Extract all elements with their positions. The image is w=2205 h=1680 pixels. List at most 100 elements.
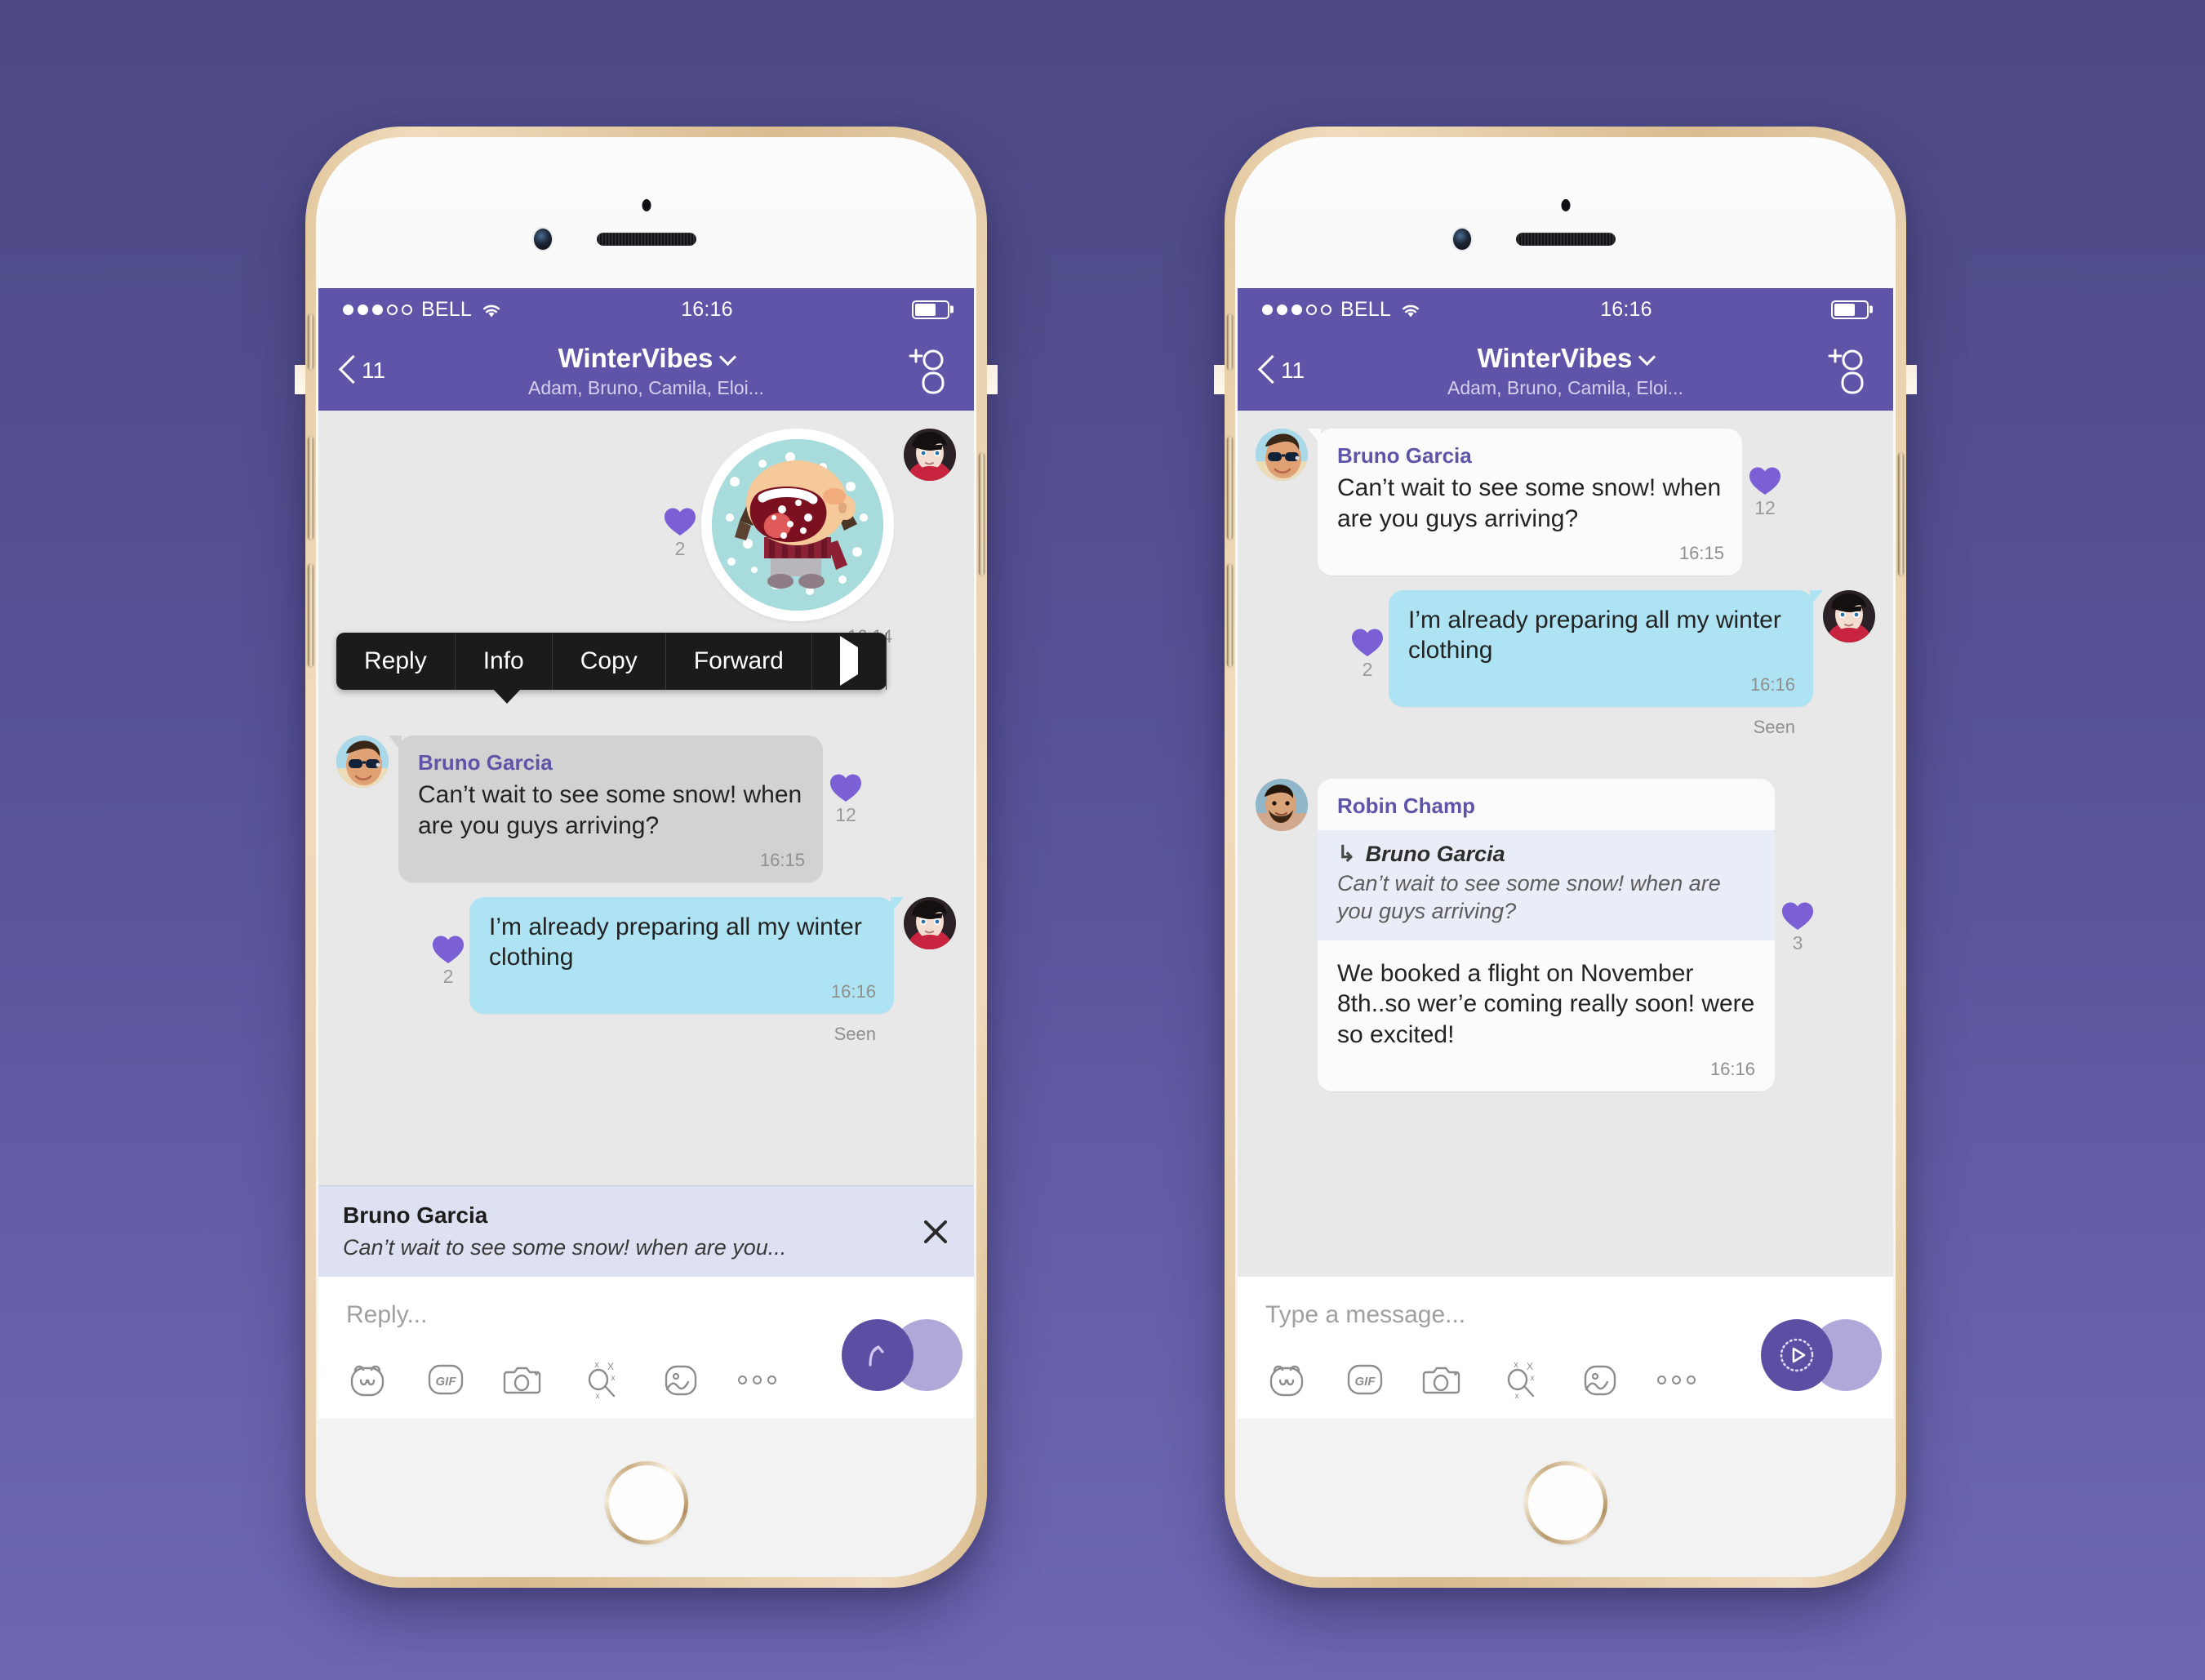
search-button[interactable] [1500, 1358, 1543, 1401]
nav-main: 11 WinterVibes Adam, Bruno, Camila, Eloi… [1238, 331, 1893, 411]
status-bar-clock: 16:16 [681, 297, 733, 321]
message-outgoing[interactable]: 2 I’m already preparing all my winter cl… [318, 896, 974, 1015]
context-menu[interactable]: Reply Info Copy Forward [336, 633, 887, 704]
search-button[interactable] [581, 1358, 624, 1401]
conversation-title[interactable]: WinterVibes [558, 343, 735, 374]
battery-icon [1831, 300, 1869, 319]
doodle-button[interactable] [660, 1358, 702, 1401]
volume-down-button[interactable] [1227, 564, 1233, 667]
message-sticker[interactable]: 2 [318, 429, 974, 621]
sticker-button[interactable] [346, 1358, 389, 1401]
message-sender: Bruno Garcia [1337, 443, 1472, 468]
message-text: Can’t wait to see some snow! when are yo… [1337, 474, 1722, 532]
more-button[interactable] [1657, 1358, 1696, 1401]
message-bubble[interactable]: Bruno Garcia Can’t wait to see some snow… [389, 736, 823, 882]
context-menu-reply[interactable]: Reply [336, 633, 456, 690]
mute-switch[interactable] [308, 314, 313, 370]
doodle-icon [660, 1358, 702, 1401]
reaction-count: 12 [835, 804, 856, 825]
front-camera-icon [533, 229, 552, 250]
add-person-icon [1825, 346, 1872, 395]
avatar[interactable] [904, 429, 956, 481]
message-outgoing[interactable]: 2 I’m already preparing all my winter cl… [1238, 589, 1893, 708]
nav-bar: BELL 16:16 11 WinterVibes Adam, Bruno, C… [1238, 288, 1893, 411]
heart-icon [1749, 466, 1781, 496]
reaction-count: 2 [674, 538, 686, 559]
camera-button[interactable] [503, 1358, 545, 1401]
gif-icon [425, 1358, 467, 1401]
reaction[interactable]: 3 [1781, 779, 1814, 954]
heart-icon [1351, 628, 1384, 657]
message-bubble[interactable]: I’m already preparing all my winter clot… [469, 896, 904, 1015]
reply-preview-bar[interactable]: Bruno Garcia Can’t wait to see some snow… [318, 1185, 974, 1277]
reaction[interactable]: 2 [1351, 590, 1384, 681]
home-button[interactable] [605, 1461, 688, 1544]
message-timestamp: 16:16 [1709, 1059, 1755, 1080]
context-menu-copy[interactable]: Copy [553, 633, 666, 690]
power-button[interactable] [1898, 453, 1904, 576]
reply-preview-text: Can’t wait to see some snow! when are yo… [343, 1235, 787, 1260]
avatar[interactable] [1256, 429, 1308, 481]
chat-area-right[interactable]: Bruno Garcia Can’t wait to see some snow… [1238, 411, 1893, 1276]
message-incoming-quoted[interactable]: Robin Champ ↳ Bruno Garcia Can’t wait to… [1238, 779, 1893, 1092]
add-person-button[interactable] [905, 346, 953, 395]
gif-icon [1344, 1358, 1386, 1401]
volume-up-button[interactable] [308, 437, 313, 540]
send-reply-button[interactable] [842, 1319, 914, 1391]
add-person-icon [905, 346, 953, 395]
message-bubble[interactable]: Bruno Garcia Can’t wait to see some snow… [1308, 429, 1742, 576]
power-button[interactable] [979, 453, 985, 576]
mute-switch[interactable] [1227, 314, 1233, 370]
add-person-button[interactable] [1825, 346, 1872, 395]
snow-globe-sticker[interactable] [701, 429, 894, 621]
camera-button[interactable] [1422, 1358, 1465, 1401]
camera-icon [503, 1358, 545, 1401]
conversation-participants: Adam, Bruno, Camila, Eloi... [1447, 376, 1683, 398]
heart-icon [829, 773, 862, 802]
reaction[interactable]: 2 [432, 897, 465, 988]
avatar[interactable] [904, 896, 956, 949]
message-incoming[interactable]: Bruno Garcia Can’t wait to see some snow… [1238, 429, 1893, 576]
status-bar: BELL 16:16 [318, 288, 974, 331]
back-button[interactable]: 11 [1259, 356, 1305, 385]
phone-left: BELL 16:16 11 WinterVibes Adam, Bruno, C… [295, 127, 998, 1588]
sensor-dot-icon [1561, 199, 1570, 211]
reaction[interactable]: 12 [1749, 429, 1781, 519]
message-sender: Bruno Garcia [418, 750, 553, 775]
close-icon[interactable] [918, 1215, 953, 1249]
screen-left: BELL 16:16 11 WinterVibes Adam, Bruno, C… [318, 288, 974, 1419]
volume-up-button[interactable] [1227, 437, 1233, 540]
back-button[interactable]: 11 [340, 356, 385, 385]
context-menu-info[interactable]: Info [456, 633, 553, 690]
reaction-count: 3 [1792, 932, 1803, 954]
doodle-button[interactable] [1579, 1358, 1621, 1401]
context-menu-forward[interactable]: Forward [666, 633, 812, 690]
avatar[interactable] [1256, 779, 1308, 832]
chat-area-left[interactable]: 2 16:14 Reply Info Copy Forward [318, 411, 974, 1185]
message-bubble[interactable]: I’m already preparing all my winter clot… [1389, 589, 1823, 708]
heart-icon [432, 935, 465, 964]
reaction-count: 2 [1362, 658, 1373, 680]
reaction[interactable]: 12 [829, 736, 862, 826]
wifi-icon [481, 301, 502, 318]
more-button[interactable] [738, 1358, 776, 1401]
reaction-sticker[interactable]: 2 [664, 429, 696, 560]
quoted-message[interactable]: ↳ Bruno Garcia Can’t wait to see some sn… [1318, 830, 1775, 940]
gif-button[interactable] [1344, 1358, 1386, 1401]
message-bubble[interactable]: Robin Champ ↳ Bruno Garcia Can’t wait to… [1318, 779, 1775, 1092]
home-button[interactable] [1524, 1461, 1607, 1544]
avatar[interactable] [336, 736, 389, 788]
avatar[interactable] [1823, 589, 1875, 642]
volume-down-button[interactable] [308, 564, 313, 667]
sticker-button[interactable] [1265, 1358, 1308, 1401]
antenna-band-left [1214, 365, 1225, 394]
send-voice-button[interactable] [1761, 1319, 1833, 1391]
context-menu-more[interactable] [812, 633, 887, 690]
conversation-title[interactable]: WinterVibes [1478, 343, 1654, 374]
message-incoming[interactable]: Bruno Garcia Can’t wait to see some snow… [318, 736, 974, 882]
chevron-left-icon [1259, 356, 1275, 385]
message-timestamp: 16:16 [1749, 674, 1795, 696]
message-text: I’m already preparing all my winter clot… [489, 913, 862, 971]
antenna-band-right [1906, 365, 1917, 394]
gif-button[interactable] [425, 1358, 467, 1401]
